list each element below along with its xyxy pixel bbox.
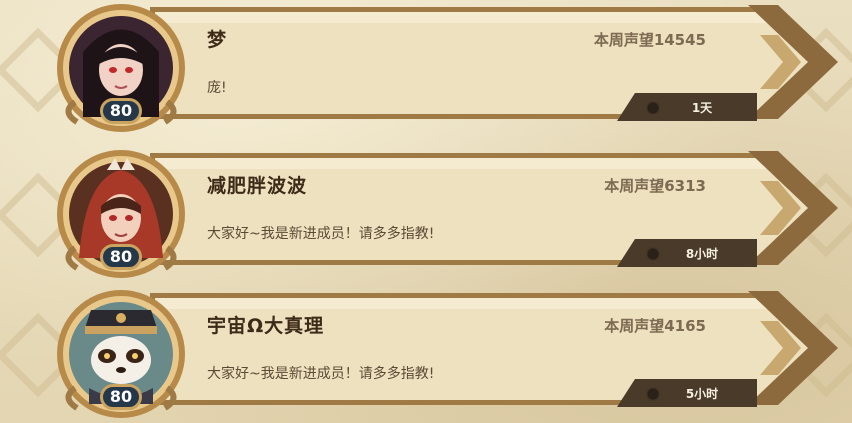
last-online-text: 5小时	[685, 387, 719, 401]
level-badge: 80	[100, 384, 142, 410]
member-message: 大家好~我是新进成员！请多多指教!	[207, 366, 435, 382]
member-name: 宇宙Ω大真理	[207, 315, 325, 337]
member-message: 大家好~我是新进成员！请多多指教!	[207, 226, 435, 242]
level-badge: 80	[100, 98, 142, 124]
member-card[interactable]: 5小时 宇宙Ω大真理 本周声望4165 大家好~我是新进成员！请多多指教! 80	[0, 281, 852, 418]
last-online-text: 1天	[691, 101, 713, 115]
member-card[interactable]: 1天 梦 本周声望14545 庞! 80	[0, 0, 852, 132]
weekly-reputation: 本周声望4165	[604, 317, 706, 335]
weekly-reputation: 本周声望14545	[593, 31, 706, 49]
member-message: 庞!	[207, 80, 227, 96]
member-name: 减肥胖波波	[207, 175, 308, 197]
online-status-dot-icon	[648, 249, 658, 259]
member-name: 梦	[207, 29, 228, 51]
level-badge: 80	[100, 244, 142, 270]
online-status-dot-icon	[648, 389, 658, 399]
online-status-dot-icon	[648, 103, 658, 113]
weekly-reputation: 本周声望6313	[604, 177, 706, 195]
member-card[interactable]: 8小时 减肥胖波波 本周声望6313 大家好~我是新进成员！请多多指教! 80	[0, 141, 852, 278]
last-online-text: 8小时	[685, 247, 719, 261]
